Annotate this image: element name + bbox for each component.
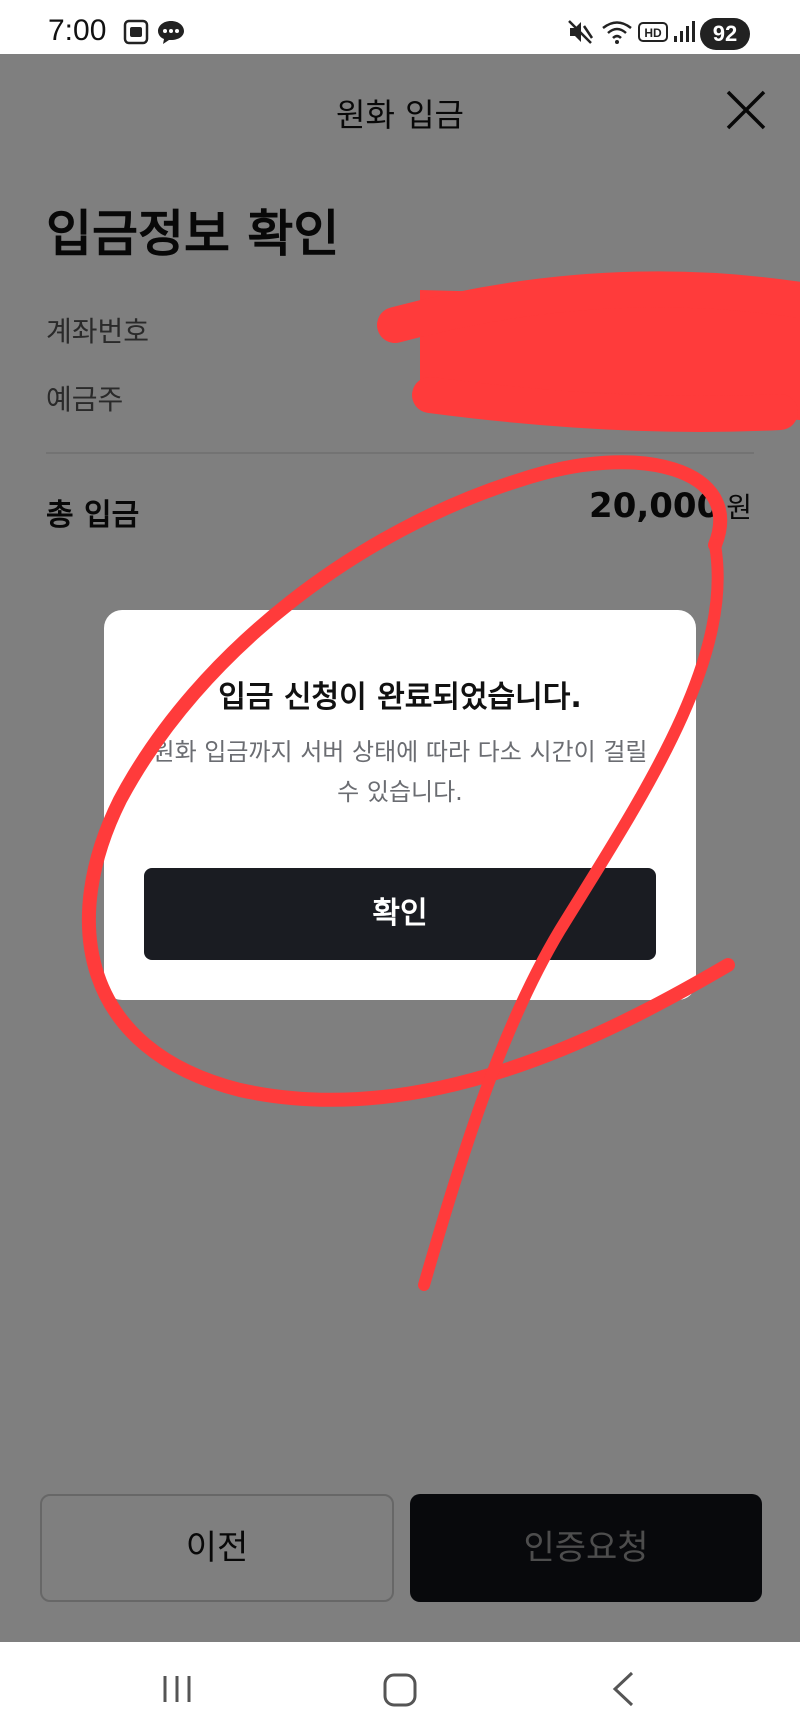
dialog-title: 입금 신청이 완료되었습니다.: [218, 680, 582, 715]
completion-dialog: 입금 신청이 완료되었습니다. 원화 입금까지 서버 상태에 따라 다소 시간이…: [104, 610, 696, 1000]
svg-text:HD: HD: [644, 26, 662, 40]
status-bar: 7:00 HD 92: [0, 0, 800, 54]
hd-icon: HD: [638, 22, 668, 42]
wifi-icon: [602, 21, 632, 44]
recent-apps-icon[interactable]: [160, 1672, 194, 1706]
dialog-confirm-button[interactable]: 확인: [144, 868, 656, 960]
mute-icon: [568, 20, 594, 44]
signal-icon: [674, 21, 695, 42]
battery-indicator: 92: [700, 18, 750, 50]
navigation-bar: [0, 1642, 800, 1734]
home-icon[interactable]: [382, 1672, 418, 1708]
back-icon[interactable]: [610, 1670, 636, 1708]
status-time: 7:00: [48, 14, 107, 47]
chat-icon: [158, 21, 184, 44]
dialog-message: 원화 입금까지 서버 상태에 따라 다소 시간이 걸릴 수 있습니다.: [152, 738, 648, 806]
screenshot-icon: [123, 19, 149, 45]
